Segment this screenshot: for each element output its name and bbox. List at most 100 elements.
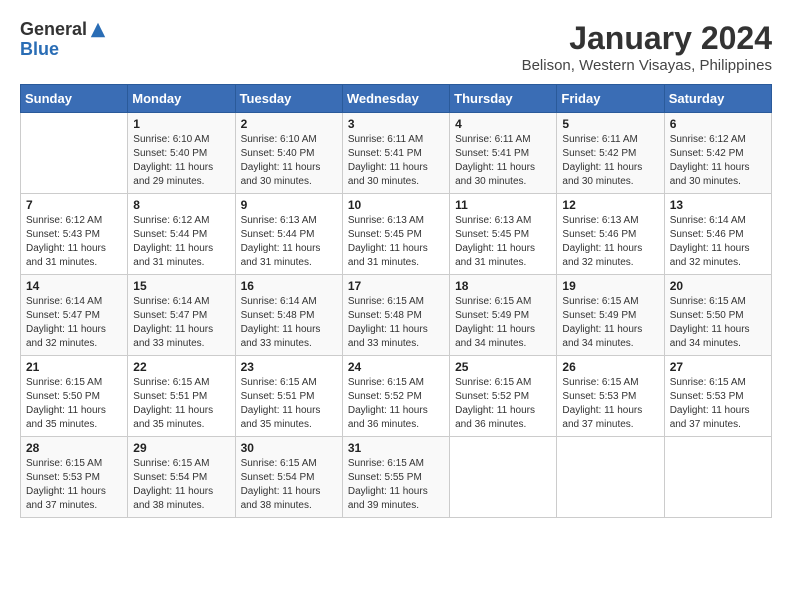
day-info: Sunrise: 6:15 AMSunset: 5:53 PMDaylight:… xyxy=(26,457,122,513)
calendar-cell: 25Sunrise: 6:15 AMSunset: 5:52 PMDayligh… xyxy=(450,356,557,437)
day-number: 19 xyxy=(562,279,658,293)
day-info: Sunrise: 6:13 AMSunset: 5:46 PMDaylight:… xyxy=(562,214,658,270)
weekday-header-thursday: Thursday xyxy=(450,85,557,113)
day-info: Sunrise: 6:14 AMSunset: 5:47 PMDaylight:… xyxy=(26,295,122,351)
logo-icon xyxy=(89,21,107,39)
calendar-cell xyxy=(21,113,128,194)
day-info: Sunrise: 6:13 AMSunset: 5:45 PMDaylight:… xyxy=(348,214,444,270)
calendar-cell: 1Sunrise: 6:10 AMSunset: 5:40 PMDaylight… xyxy=(128,113,235,194)
day-info: Sunrise: 6:15 AMSunset: 5:50 PMDaylight:… xyxy=(26,376,122,432)
day-info: Sunrise: 6:12 AMSunset: 5:44 PMDaylight:… xyxy=(133,214,229,270)
day-info: Sunrise: 6:15 AMSunset: 5:52 PMDaylight:… xyxy=(348,376,444,432)
day-number: 6 xyxy=(670,117,766,131)
day-info: Sunrise: 6:14 AMSunset: 5:47 PMDaylight:… xyxy=(133,295,229,351)
day-number: 21 xyxy=(26,360,122,374)
month-year-title: January 2024 xyxy=(522,20,772,57)
calendar-cell: 3 Sunrise: 6:11 AMSunset: 5:41 PMDaylight… xyxy=(342,113,449,194)
calendar-week-row: 28Sunrise: 6:15 AMSunset: 5:53 PMDayligh… xyxy=(21,437,772,518)
day-number: 16 xyxy=(241,279,337,293)
day-info: Sunrise: 6:15 AMSunset: 5:52 PMDaylight:… xyxy=(455,376,551,432)
day-number: 7 xyxy=(26,198,122,212)
calendar-cell: 31Sunrise: 6:15 AMSunset: 5:55 PMDayligh… xyxy=(342,437,449,518)
calendar-cell: 6 Sunrise: 6:12 AMSunset: 5:42 PMDaylight… xyxy=(664,113,771,194)
day-info: Sunrise: 6:12 AMSunset: 5:43 PMDaylight:… xyxy=(26,214,122,270)
day-number: 14 xyxy=(26,279,122,293)
calendar-cell: 10 Sunrise: 6:13 AMSunset: 5:45 PMDayligh… xyxy=(342,194,449,275)
calendar-cell: 16 Sunrise: 6:14 AMSunset: 5:48 PMDayligh… xyxy=(235,275,342,356)
calendar-cell xyxy=(664,437,771,518)
day-info: Sunrise: 6:12 AMSunset: 5:42 PMDaylight:… xyxy=(670,133,766,189)
calendar-cell: 13 Sunrise: 6:14 AMSunset: 5:46 PMDayligh… xyxy=(664,194,771,275)
logo: General Blue xyxy=(20,20,107,60)
calendar-cell: 7 Sunrise: 6:12 AMSunset: 5:43 PMDaylight… xyxy=(21,194,128,275)
calendar-cell: 4 Sunrise: 6:11 AMSunset: 5:41 PMDaylight… xyxy=(450,113,557,194)
calendar-cell: 18 Sunrise: 6:15 AMSunset: 5:49 PMDayligh… xyxy=(450,275,557,356)
day-number: 11 xyxy=(455,198,551,212)
location-subtitle: Belison, Western Visayas, Philippines xyxy=(522,57,772,74)
calendar-cell: 2 Sunrise: 6:10 AMSunset: 5:40 PMDaylight… xyxy=(235,113,342,194)
page-header: General Blue January 2024 Belison, Weste… xyxy=(20,20,772,74)
day-info: Sunrise: 6:15 AMSunset: 5:53 PMDaylight:… xyxy=(670,376,766,432)
calendar-cell: 20 Sunrise: 6:15 AMSunset: 5:50 PMDayligh… xyxy=(664,275,771,356)
day-info: Sunrise: 6:11 AMSunset: 5:41 PMDaylight:… xyxy=(348,133,444,189)
day-number: 12 xyxy=(562,198,658,212)
day-number: 4 xyxy=(455,117,551,131)
calendar-week-row: 21 Sunrise: 6:15 AMSunset: 5:50 PMDayligh… xyxy=(21,356,772,437)
day-number: 30 xyxy=(241,441,337,455)
logo-general: General xyxy=(20,20,87,40)
day-info: Sunrise: 6:11 AMSunset: 5:41 PMDaylight:… xyxy=(455,133,551,189)
day-info: Sunrise: 6:15 AMSunset: 5:51 PMDaylight:… xyxy=(241,376,337,432)
logo-text: General Blue xyxy=(20,20,107,60)
day-number: 8 xyxy=(133,198,229,212)
day-info: Sunrise: 6:13 AMSunset: 5:45 PMDaylight:… xyxy=(455,214,551,270)
calendar-week-row: 7 Sunrise: 6:12 AMSunset: 5:43 PMDaylight… xyxy=(21,194,772,275)
day-number: 22 xyxy=(133,360,229,374)
weekday-header-monday: Monday xyxy=(128,85,235,113)
weekday-header-saturday: Saturday xyxy=(664,85,771,113)
day-number: 24 xyxy=(348,360,444,374)
day-number: 17 xyxy=(348,279,444,293)
calendar-table: SundayMondayTuesdayWednesdayThursdayFrid… xyxy=(20,84,772,518)
day-number: 20 xyxy=(670,279,766,293)
day-number: 23 xyxy=(241,360,337,374)
day-number: 5 xyxy=(562,117,658,131)
calendar-cell: 15Sunrise: 6:14 AMSunset: 5:47 PMDayligh… xyxy=(128,275,235,356)
calendar-cell: 23 Sunrise: 6:15 AMSunset: 5:51 PMDayligh… xyxy=(235,356,342,437)
calendar-cell xyxy=(450,437,557,518)
day-number: 18 xyxy=(455,279,551,293)
day-info: Sunrise: 6:15 AMSunset: 5:49 PMDaylight:… xyxy=(562,295,658,351)
day-number: 31 xyxy=(348,441,444,455)
day-info: Sunrise: 6:15 AMSunset: 5:48 PMDaylight:… xyxy=(348,295,444,351)
day-info: Sunrise: 6:15 AMSunset: 5:54 PMDaylight:… xyxy=(133,457,229,513)
weekday-header-sunday: Sunday xyxy=(21,85,128,113)
day-info: Sunrise: 6:13 AMSunset: 5:44 PMDaylight:… xyxy=(241,214,337,270)
calendar-week-row: 14 Sunrise: 6:14 AMSunset: 5:47 PMDayligh… xyxy=(21,275,772,356)
day-number: 27 xyxy=(670,360,766,374)
weekday-header-wednesday: Wednesday xyxy=(342,85,449,113)
calendar-cell: 22Sunrise: 6:15 AMSunset: 5:51 PMDayligh… xyxy=(128,356,235,437)
title-block: January 2024 Belison, Western Visayas, P… xyxy=(522,20,772,74)
day-number: 2 xyxy=(241,117,337,131)
calendar-cell: 27 Sunrise: 6:15 AMSunset: 5:53 PMDayligh… xyxy=(664,356,771,437)
day-info: Sunrise: 6:14 AMSunset: 5:46 PMDaylight:… xyxy=(670,214,766,270)
day-number: 9 xyxy=(241,198,337,212)
day-info: Sunrise: 6:15 AMSunset: 5:54 PMDaylight:… xyxy=(241,457,337,513)
logo-blue: Blue xyxy=(20,40,107,60)
day-info: Sunrise: 6:10 AMSunset: 5:40 PMDaylight:… xyxy=(133,133,229,189)
day-number: 3 xyxy=(348,117,444,131)
day-info: Sunrise: 6:10 AMSunset: 5:40 PMDaylight:… xyxy=(241,133,337,189)
day-info: Sunrise: 6:15 AMSunset: 5:53 PMDaylight:… xyxy=(562,376,658,432)
calendar-cell xyxy=(557,437,664,518)
day-info: Sunrise: 6:11 AMSunset: 5:42 PMDaylight:… xyxy=(562,133,658,189)
day-info: Sunrise: 6:14 AMSunset: 5:48 PMDaylight:… xyxy=(241,295,337,351)
day-info: Sunrise: 6:15 AMSunset: 5:49 PMDaylight:… xyxy=(455,295,551,351)
calendar-cell: 21 Sunrise: 6:15 AMSunset: 5:50 PMDayligh… xyxy=(21,356,128,437)
day-number: 10 xyxy=(348,198,444,212)
weekday-header-tuesday: Tuesday xyxy=(235,85,342,113)
day-number: 29 xyxy=(133,441,229,455)
calendar-cell: 19 Sunrise: 6:15 AMSunset: 5:49 PMDayligh… xyxy=(557,275,664,356)
calendar-cell: 17 Sunrise: 6:15 AMSunset: 5:48 PMDayligh… xyxy=(342,275,449,356)
day-info: Sunrise: 6:15 AMSunset: 5:50 PMDaylight:… xyxy=(670,295,766,351)
calendar-cell: 29 Sunrise: 6:15 AMSunset: 5:54 PMDayligh… xyxy=(128,437,235,518)
day-number: 13 xyxy=(670,198,766,212)
